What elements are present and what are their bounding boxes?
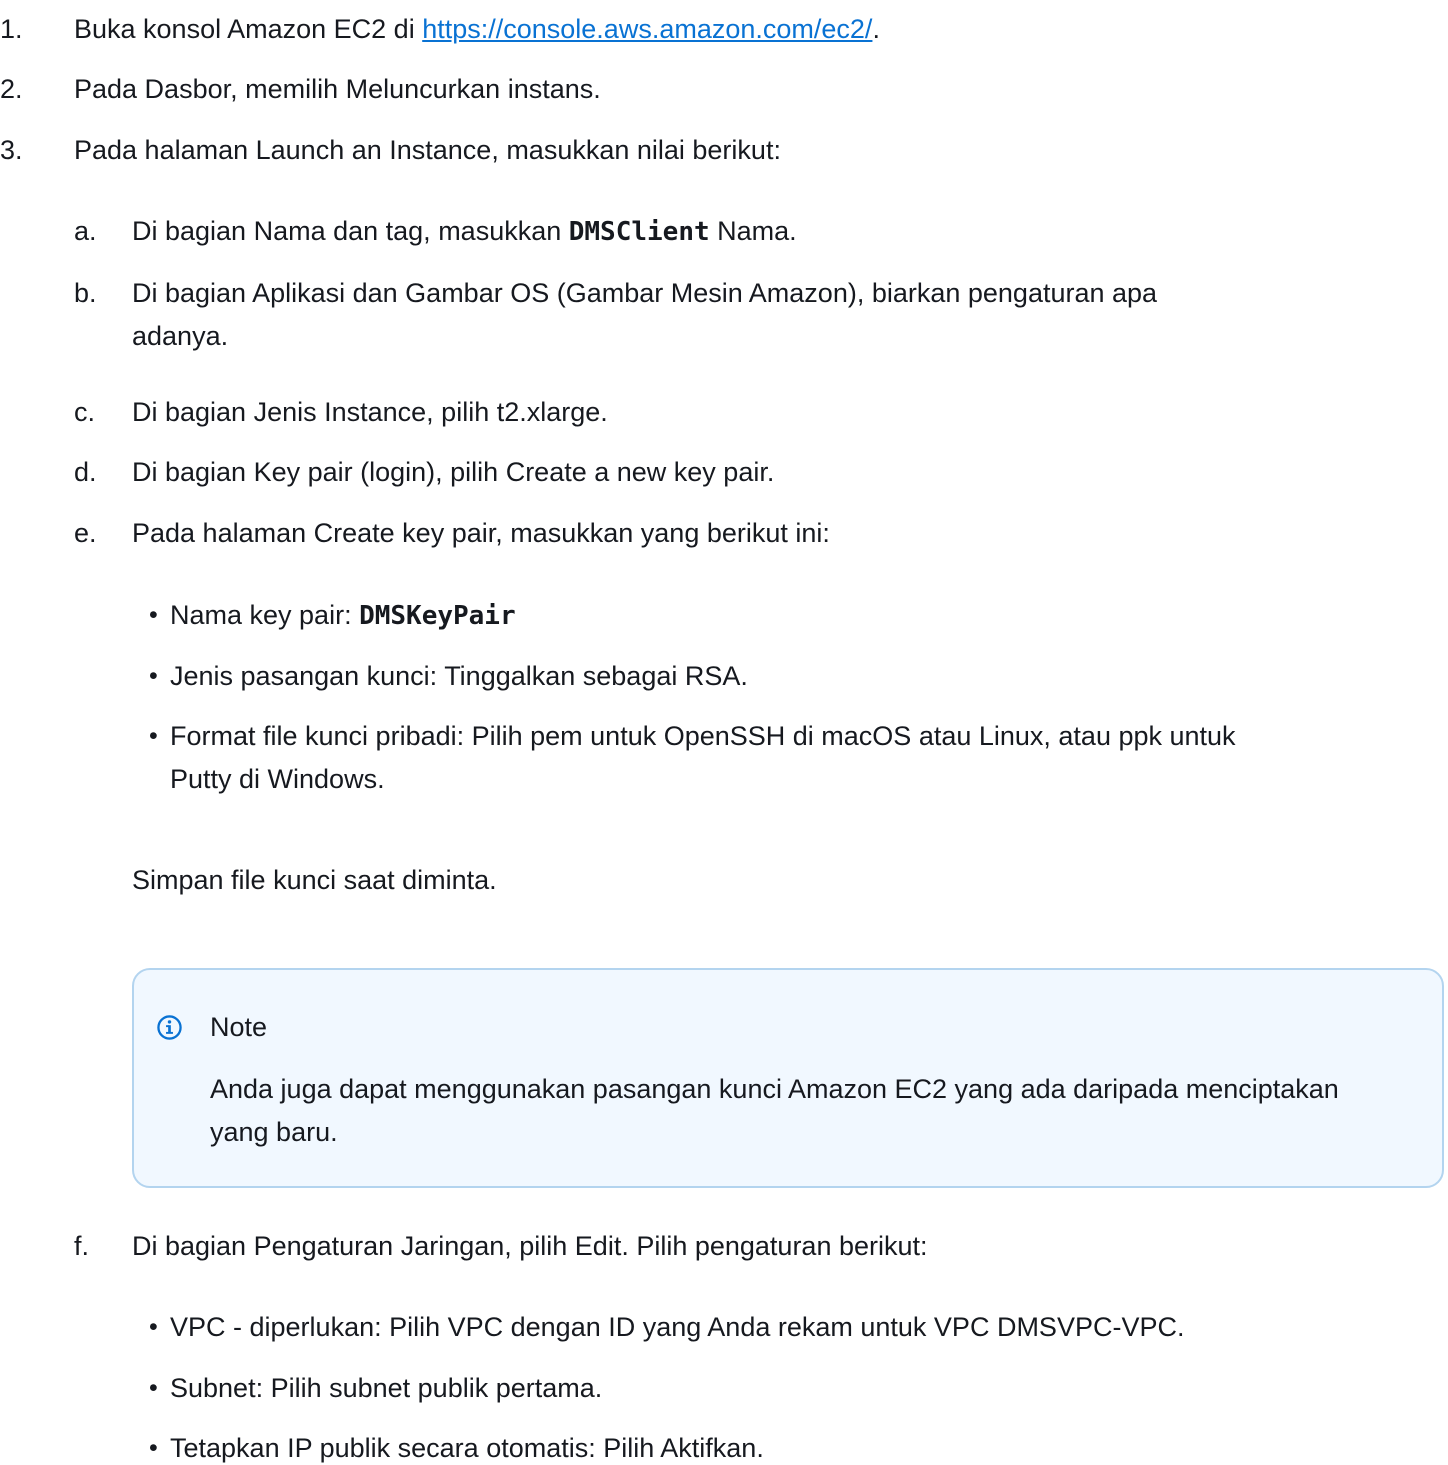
bullet-marker: • <box>149 1374 158 1402</box>
step-text: Buka konsol Amazon EC2 di <box>74 14 423 44</box>
step-3: 3. Pada halaman Launch an Instance, masu… <box>0 133 1448 167</box>
bullet-text-line2: Putty di Windows. <box>170 764 385 794</box>
substep-text-end: Nama. <box>709 216 797 246</box>
step-text-end: . <box>872 14 880 44</box>
substep-label: e. <box>74 518 97 548</box>
keypair-bullet-format: • Format file kunci pribadi: Pilih pem u… <box>0 719 1448 799</box>
substep-b: b. Di bagian Aplikasi dan Gambar OS (Gam… <box>0 276 1448 356</box>
substep-label: f. <box>74 1231 90 1261</box>
bullet-text: Jenis pasangan kunci: Tinggalkan sebagai… <box>170 661 748 691</box>
keypair-name-code: DMSKeyPair <box>359 601 516 631</box>
substep-a: a. Di bagian Nama dan tag, masukkan DMSC… <box>0 214 1448 248</box>
step-text: Pada halaman Launch an Instance, masukka… <box>74 135 781 165</box>
network-bullet-vpc: • VPC - diperlukan: Pilih VPC dengan ID … <box>0 1310 1448 1344</box>
step-number: 3. <box>0 135 23 165</box>
substep-text: Di bagian Key pair (login), pilih Create… <box>132 457 775 487</box>
substep-e: e. Pada halaman Create key pair, masukka… <box>0 516 1448 550</box>
substep-text: Di bagian Nama dan tag, masukkan <box>132 216 569 246</box>
substep-text: Pada halaman Create key pair, masukkan y… <box>132 518 830 548</box>
keypair-bullet-name: • Nama key pair: DMSKeyPair <box>0 598 1448 632</box>
substep-c: c. Di bagian Jenis Instance, pilih t2.xl… <box>0 395 1448 429</box>
network-bullet-public-ip: • Tetapkan IP publik secara otomatis: Pi… <box>0 1431 1448 1465</box>
bullet-marker: • <box>149 1434 158 1462</box>
bullet-text: VPC - diperlukan: Pilih VPC dengan ID ya… <box>170 1312 1185 1342</box>
info-icon <box>157 1015 182 1040</box>
step-2: 2. Pada Dasbor, memilih Meluncurkan inst… <box>0 72 1448 106</box>
substep-text: Di bagian Pengaturan Jaringan, pilih Edi… <box>132 1231 928 1261</box>
step-1: 1. Buka konsol Amazon EC2 di https://con… <box>0 12 1448 46</box>
bullet-text: Tetapkan IP publik secara otomatis: Pili… <box>170 1433 764 1463</box>
substep-label: b. <box>74 278 97 308</box>
save-key-text: Simpan file kunci saat diminta. <box>132 865 497 895</box>
substep-text-line1: Di bagian Aplikasi dan Gambar OS (Gambar… <box>132 278 1158 308</box>
step-number: 2. <box>0 74 23 104</box>
bullet-marker: • <box>149 662 158 690</box>
note-body: Anda juga dapat menggunakan pasangan kun… <box>210 1074 1339 1147</box>
ec2-console-link[interactable]: https://console.aws.amazon.com/ec2/ <box>422 14 872 44</box>
instance-name-code: DMSClient <box>568 217 710 247</box>
substep-text-line2: adanya. <box>132 321 229 351</box>
substep-label: a. <box>74 216 97 246</box>
substep-f: f. Di bagian Pengaturan Jaringan, pilih … <box>0 1229 1448 1263</box>
bullet-text: Subnet: Pilih subnet publik pertama. <box>170 1373 603 1403</box>
bullet-text: Nama key pair: <box>170 600 360 630</box>
substep-label: c. <box>74 397 96 427</box>
bullet-marker: • <box>149 1313 158 1341</box>
note-title: Note <box>210 1012 268 1042</box>
substep-label: d. <box>74 457 97 487</box>
network-bullet-subnet: • Subnet: Pilih subnet publik pertama. <box>0 1371 1448 1405</box>
note-callout: Note Anda juga dapat menggunakan pasanga… <box>132 968 1444 1188</box>
keypair-bullet-type: • Jenis pasangan kunci: Tinggalkan sebag… <box>0 659 1448 693</box>
bullet-marker: • <box>149 722 158 750</box>
bullet-marker: • <box>149 601 158 629</box>
step-number: 1. <box>0 14 23 44</box>
bullet-text-line1: Format file kunci pribadi: Pilih pem unt… <box>170 721 1236 751</box>
substep-text: Di bagian Jenis Instance, pilih t2.xlarg… <box>132 397 608 427</box>
step-text: Pada Dasbor, memilih Meluncurkan instans… <box>74 74 601 104</box>
substep-d: d. Di bagian Key pair (login), pilih Cre… <box>0 455 1448 489</box>
